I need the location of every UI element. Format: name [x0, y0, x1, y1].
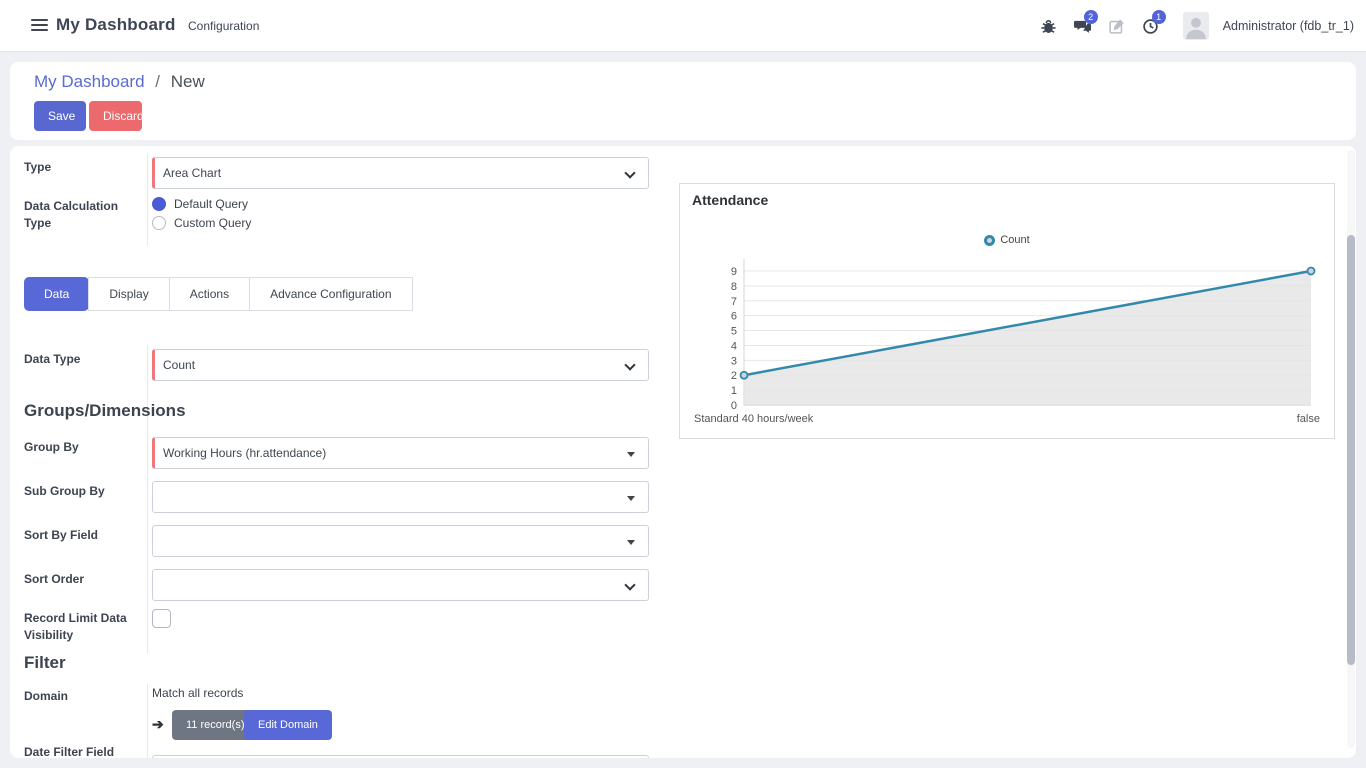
- sub-group-by-label: Sub Group By: [24, 483, 142, 500]
- user-avatar[interactable]: [1183, 12, 1209, 40]
- record-limit-label: Record Limit Data Visibility: [24, 610, 142, 644]
- data-calculation-label: Data Calculation Type: [24, 198, 142, 232]
- sort-order-select[interactable]: [152, 569, 649, 601]
- hamburger-menu-icon[interactable]: [31, 19, 48, 33]
- chevron-down-icon: [624, 359, 635, 370]
- svg-text:6: 6: [731, 311, 737, 323]
- x-axis-label-left: Standard 40 hours/week: [694, 413, 813, 425]
- radio-unselected-icon: [152, 216, 166, 230]
- compose-edit-icon[interactable]: [1107, 16, 1127, 36]
- chart-preview-card: Attendance Count 0123456789 Standard 40 …: [679, 183, 1335, 439]
- data-type-select-value: Count: [163, 358, 195, 372]
- discard-button[interactable]: Discard: [89, 101, 142, 131]
- record-limit-checkbox[interactable]: [152, 609, 171, 628]
- svg-text:9: 9: [731, 266, 737, 278]
- breadcrumb-parent-link[interactable]: My Dashboard: [34, 72, 145, 91]
- type-label: Type: [24, 159, 142, 176]
- svg-text:7: 7: [731, 296, 737, 308]
- caret-down-icon: [627, 540, 635, 545]
- radio-custom-label: Custom Query: [174, 216, 251, 230]
- data-type-label: Data Type: [24, 351, 142, 368]
- menu-configuration[interactable]: Configuration: [188, 19, 259, 33]
- domain-match-text: Match all records: [152, 686, 243, 700]
- domain-label: Domain: [24, 688, 142, 705]
- svg-text:4: 4: [731, 340, 737, 352]
- chevron-down-icon: [624, 167, 635, 178]
- sort-by-field-select[interactable]: [152, 525, 649, 557]
- messages-icon[interactable]: 2: [1073, 16, 1093, 36]
- type-select-value: Area Chart: [163, 166, 221, 180]
- messages-badge: 2: [1084, 10, 1098, 24]
- tab-display[interactable]: Display: [88, 277, 169, 311]
- breadcrumb: My Dashboard / New: [34, 72, 205, 92]
- form-tabs: Data Display Actions Advance Configurati…: [24, 277, 413, 311]
- date-filter-field-select[interactable]: [152, 755, 649, 758]
- radio-custom-query[interactable]: Custom Query: [152, 216, 251, 230]
- group-by-label: Group By: [24, 439, 142, 456]
- activities-clock-icon[interactable]: 1: [1141, 16, 1161, 36]
- section-divider: [147, 684, 148, 758]
- sort-by-field-label: Sort By Field: [24, 527, 142, 544]
- group-by-select[interactable]: Working Hours (hr.attendance): [152, 437, 649, 469]
- tab-advance-configuration[interactable]: Advance Configuration: [249, 277, 412, 311]
- scrollbar-thumb[interactable]: [1347, 235, 1355, 665]
- user-menu[interactable]: Administrator (fdb_tr_1): [1223, 19, 1354, 33]
- group-by-select-value: Working Hours (hr.attendance): [163, 446, 326, 460]
- tab-actions[interactable]: Actions: [169, 277, 250, 311]
- breadcrumb-card: My Dashboard / New Save Discard: [10, 62, 1356, 140]
- svg-text:1: 1: [731, 385, 737, 397]
- save-button[interactable]: Save: [34, 101, 86, 131]
- radio-default-label: Default Query: [174, 197, 248, 211]
- x-axis-label-right: false: [1297, 413, 1320, 425]
- date-filter-field-label: Date Filter Field: [24, 744, 142, 758]
- breadcrumb-current: New: [171, 72, 205, 91]
- filter-heading: Filter: [24, 653, 66, 673]
- top-navbar: My Dashboard Configuration 2: [0, 0, 1366, 52]
- app-title[interactable]: My Dashboard: [56, 15, 176, 35]
- chevron-down-icon: [624, 579, 635, 590]
- debug-bug-icon[interactable]: [1039, 16, 1059, 36]
- attendance-chart-svg: 0 1 2 3 4 5 6 7 8 9: [680, 244, 1336, 424]
- svg-text:0: 0: [731, 400, 737, 412]
- chart-title: Attendance: [692, 192, 768, 208]
- caret-down-icon: [627, 452, 635, 457]
- sort-order-label: Sort Order: [24, 571, 142, 588]
- caret-down-icon: [627, 496, 635, 501]
- svg-text:8: 8: [731, 281, 737, 293]
- svg-text:2: 2: [731, 370, 737, 382]
- type-select[interactable]: Area Chart: [152, 157, 649, 189]
- radio-selected-icon: [152, 197, 166, 211]
- data-type-select[interactable]: Count: [152, 349, 649, 381]
- sub-group-by-select[interactable]: [152, 481, 649, 513]
- radio-default-query[interactable]: Default Query: [152, 197, 248, 211]
- section-divider: [147, 345, 148, 653]
- groups-dimensions-heading: Groups/Dimensions: [24, 401, 186, 421]
- arrow-right-icon: ➔: [152, 716, 164, 733]
- tab-data[interactable]: Data: [24, 277, 89, 311]
- activities-badge: 1: [1152, 10, 1166, 24]
- edit-domain-button[interactable]: Edit Domain: [244, 710, 332, 740]
- form-card: Type Area Chart Data Calculation Type De…: [10, 146, 1356, 758]
- breadcrumb-separator: /: [155, 72, 160, 91]
- svg-text:3: 3: [731, 355, 737, 367]
- section-divider: [147, 154, 148, 246]
- svg-text:5: 5: [731, 326, 737, 338]
